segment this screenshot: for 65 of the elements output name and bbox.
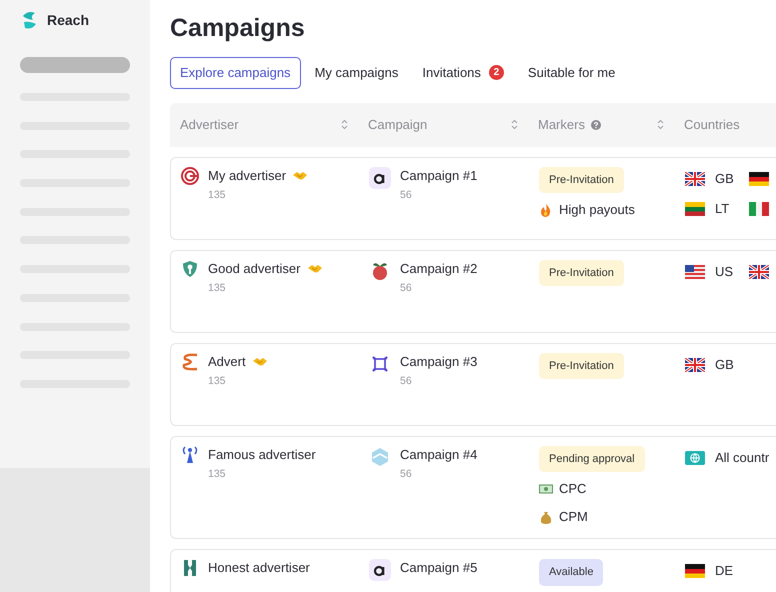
flag-icon: [685, 172, 705, 186]
marker-label: High payouts: [559, 201, 635, 219]
tab[interactable]: My campaigns: [304, 57, 408, 88]
advertiser-count: 135: [208, 280, 227, 296]
campaign-logo-icon: [369, 166, 391, 188]
campaign-count: 56: [400, 188, 413, 202]
country-name: DE: [715, 562, 734, 580]
count-badge: 2: [488, 65, 504, 80]
campaign-logo-icon: [369, 559, 391, 581]
app-name: Reach: [47, 10, 90, 30]
campaign-name[interactable]: Campaign #3: [400, 352, 478, 370]
advertiser-count: 135: [208, 466, 227, 482]
flag-icon: [685, 264, 705, 278]
advertiser-logo-icon: [181, 352, 199, 370]
advertiser-name[interactable]: Good advertiser: [208, 260, 300, 278]
country-name: US: [715, 262, 734, 280]
campaign-logo-icon: [369, 446, 391, 468]
marker-label: CPC: [559, 480, 586, 498]
advertiser-name[interactable]: Advert: [208, 352, 246, 370]
campaign-row-card[interactable]: Advert 135 Campaign #3 56 Pre-Invitation GB: [170, 342, 776, 426]
flag-icon: [749, 172, 769, 186]
campaign-name[interactable]: Campaign #5: [400, 559, 478, 577]
marker-label: CPM: [559, 508, 588, 526]
campaign-name[interactable]: Campaign #1: [400, 166, 478, 184]
country-name: GB: [715, 356, 734, 374]
advertiser-logo-icon: [181, 166, 199, 184]
advertiser-name[interactable]: My advertiser: [208, 166, 286, 184]
advertiser-name[interactable]: Famous advertiser: [208, 446, 316, 464]
advertiser-count: 135: [208, 188, 227, 202]
tab[interactable]: Invitations 2: [412, 57, 514, 88]
campaign-name[interactable]: Campaign #4: [400, 446, 478, 464]
sidebar-item-placeholder[interactable]: [20, 57, 130, 73]
campaign-row-card[interactable]: Famous advertiser 135 Campaign #4 56 Pending approval CPC CPM All countr: [170, 436, 776, 539]
campaign-row-card[interactable]: Honest advertiser Campaign #5 Available DE: [170, 549, 776, 592]
advertiser-logo-icon: [181, 559, 199, 577]
status-badge: Pre-Invitation: [539, 166, 624, 193]
country-name: LT: [715, 200, 730, 218]
status-badge: Pending approval: [539, 446, 645, 472]
flag-icon: [749, 202, 769, 216]
banknote-icon: [539, 482, 553, 496]
campaign-row-card[interactable]: Good advertiser 135 Campaign #2 56 Pre-Invitation US: [170, 250, 776, 332]
advertiser-name[interactable]: Honest advertiser: [208, 559, 310, 577]
page-title: Campaigns: [170, 13, 306, 44]
globe-icon: [685, 450, 705, 464]
campaign-name[interactable]: Campaign #2: [400, 260, 478, 278]
campaign-count: 56: [400, 280, 413, 296]
status-badge: Available: [539, 559, 604, 586]
flag-icon: [685, 358, 705, 372]
moneybag-icon: [539, 510, 553, 524]
tab[interactable]: Suitable for me: [518, 57, 626, 88]
campaign-count: 56: [400, 466, 413, 482]
fire-icon: [539, 202, 553, 218]
advertiser-logo-icon: [181, 446, 199, 464]
country-name: GB: [715, 170, 734, 188]
flag-icon: [685, 564, 705, 578]
flag-icon: [685, 202, 705, 216]
flag-icon: [749, 264, 769, 278]
tab[interactable]: Explore campaigns: [170, 57, 301, 88]
status-badge: Pre-Invitation: [539, 352, 624, 379]
country-name: All countr: [715, 448, 770, 466]
status-badge: Pre-Invitation: [539, 260, 624, 286]
campaign-row-card[interactable]: My advertiser 135 Campaign #1 56 Pre-Invitation High payouts GB LT: [170, 156, 776, 240]
advertiser-count: 135: [208, 374, 227, 388]
advertiser-logo-icon: [181, 260, 199, 278]
campaign-count: 56: [400, 374, 413, 388]
